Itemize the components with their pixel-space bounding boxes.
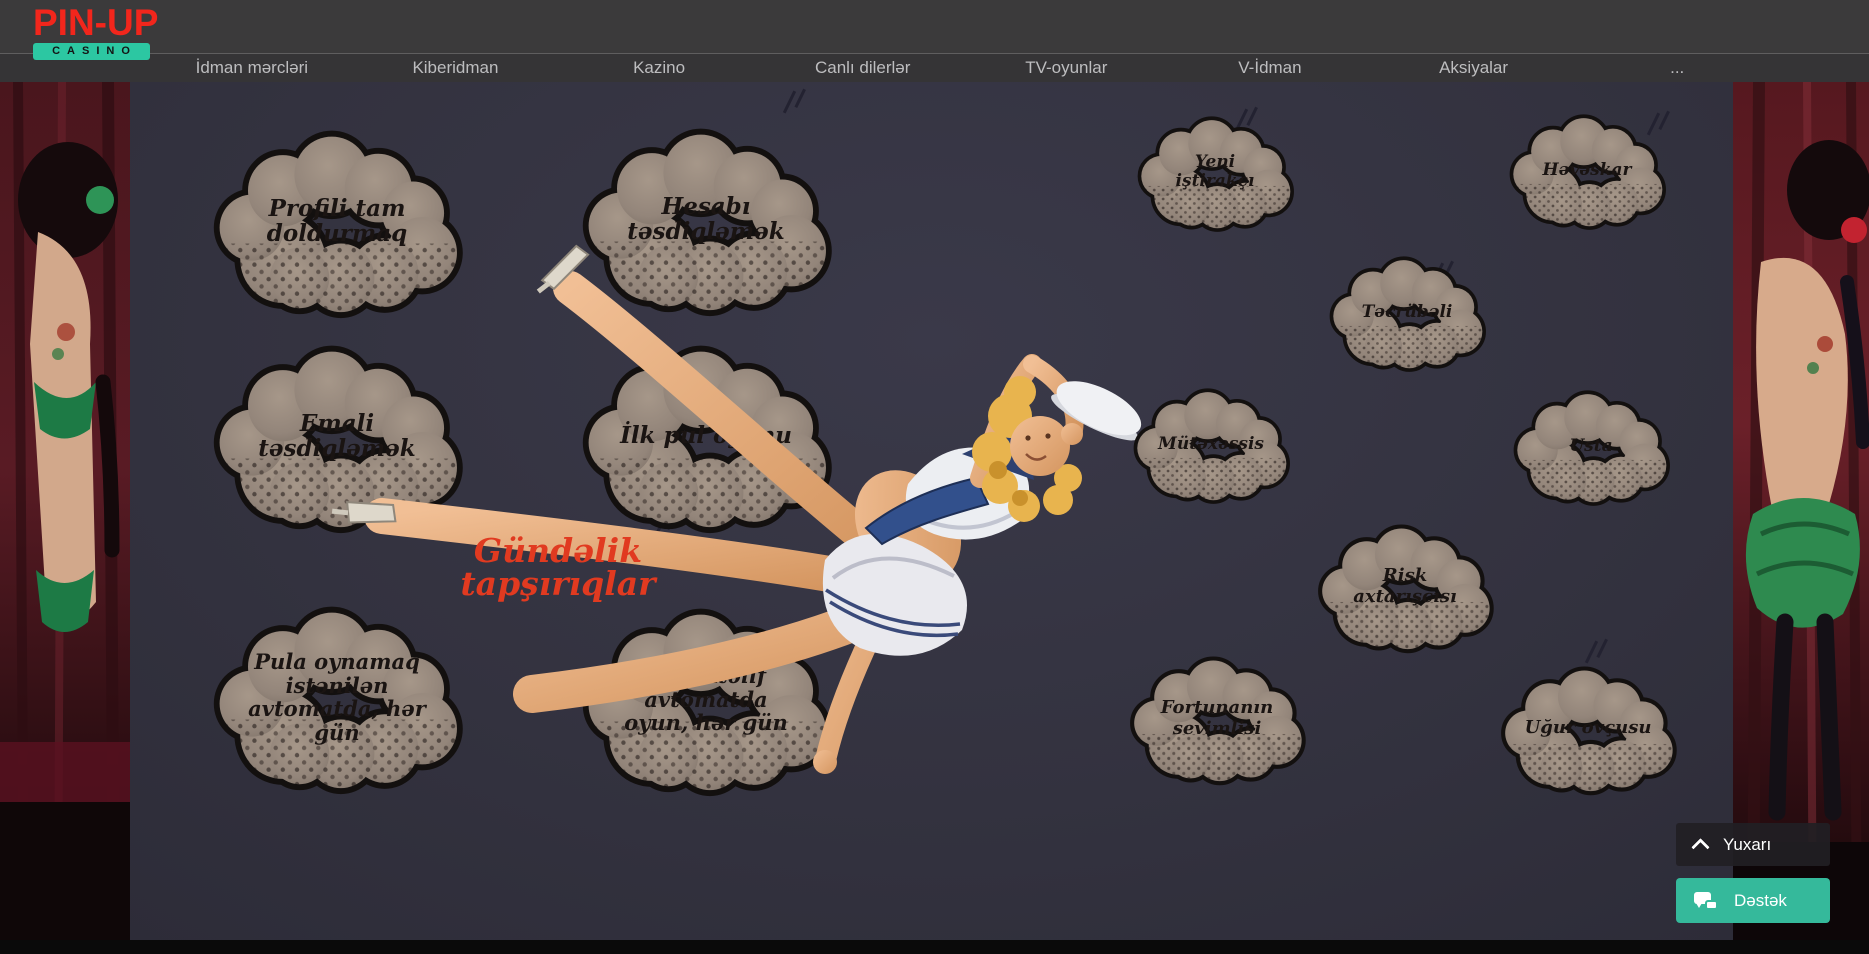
badge-cloud-amateur[interactable]: Həvəskar bbox=[1506, 114, 1668, 236]
logo-casino-band: CASINO bbox=[33, 43, 150, 60]
task-cloud-five-slots-daily[interactable]: 5 müxtəlif avtomatda oyun, hər gün bbox=[577, 608, 835, 806]
nav-item-v-sport[interactable]: V-İdman bbox=[1168, 54, 1372, 82]
task-cloud-label: 5 müxtəlif avtomatda oyun, hər gün bbox=[577, 608, 835, 806]
chevron-up-icon bbox=[1691, 838, 1709, 856]
nav-item-tv-games[interactable]: TV-oyunlar bbox=[965, 54, 1169, 82]
nav-item-casino[interactable]: Kazino bbox=[557, 54, 761, 82]
logo-text: PIN-UP bbox=[33, 5, 158, 41]
task-cloud-label: Emali təsdiqləmək bbox=[208, 345, 466, 543]
task-cloud-first-money-game[interactable]: İlk pul oyunu bbox=[577, 345, 835, 543]
nav-item-live-dealers[interactable]: Canlı dilerlər bbox=[761, 54, 965, 82]
badge-cloud-label: Yeni iştirakçı bbox=[1134, 116, 1296, 238]
right-pinup-banner-image bbox=[1733, 82, 1869, 940]
badge-cloud-luck-hunter[interactable]: Uğur ovçusu bbox=[1497, 666, 1679, 802]
badge-cloud-specialist[interactable]: Mütəxəssis bbox=[1130, 388, 1292, 510]
badge-cloud-experienced[interactable]: Təcrübəli bbox=[1326, 256, 1488, 378]
task-cloud-confirm-email[interactable]: Emali təsdiqləmək bbox=[208, 345, 466, 543]
left-pinup-banner-image bbox=[0, 82, 130, 940]
task-cloud-label: Pula oynamaq istənilən avtomatda, hər gü… bbox=[208, 606, 466, 804]
nav-item-sports[interactable]: İdman mərcləri bbox=[150, 54, 354, 82]
bottom-dark-strip bbox=[0, 940, 1869, 954]
scroll-to-top-label: Yuxarı bbox=[1723, 835, 1771, 855]
badge-cloud-label: Mütəxəssis bbox=[1130, 388, 1292, 510]
support-label: Dəstək bbox=[1734, 891, 1787, 911]
daily-tasks-heading: Gündəlik tapşırıqlar bbox=[384, 534, 732, 600]
support-button[interactable]: Dəstək bbox=[1676, 878, 1830, 923]
main-navigation: İdman mərcləri Kiberidman Kazino Canlı d… bbox=[0, 53, 1869, 82]
badge-cloud-risk-seeker[interactable]: Risk axtarışcısı bbox=[1314, 524, 1496, 660]
nav-item-more-ellipsis[interactable]: ... bbox=[1575, 54, 1779, 82]
badge-cloud-label: Təcrübəli bbox=[1326, 256, 1488, 378]
task-cloud-label: Profili tam doldurmaq bbox=[208, 130, 466, 328]
task-cloud-play-any-slot-daily[interactable]: Pula oynamaq istənilən avtomatda, hər gü… bbox=[208, 606, 466, 804]
task-cloud-complete-profile[interactable]: Profili tam doldurmaq bbox=[208, 130, 466, 328]
task-cloud-confirm-account[interactable]: Hesabı təsdiqləmək bbox=[577, 128, 835, 326]
badge-cloud-fortune-favorite[interactable]: Fortunanın sevimlisi bbox=[1126, 656, 1308, 792]
badge-cloud-new-participant[interactable]: Yeni iştirakçı bbox=[1134, 116, 1296, 238]
badge-cloud-master[interactable]: Usta bbox=[1510, 390, 1672, 512]
scroll-to-top-button[interactable]: Yuxarı bbox=[1676, 823, 1830, 866]
task-cloud-label: Hesabı təsdiqləmək bbox=[577, 128, 835, 326]
nav-item-promotions[interactable]: Aksiyalar bbox=[1372, 54, 1576, 82]
top-header bbox=[0, 0, 1869, 53]
badge-cloud-label: Risk axtarışcısı bbox=[1314, 524, 1496, 660]
chat-bubbles-icon bbox=[1694, 892, 1718, 910]
badge-cloud-label: Həvəskar bbox=[1506, 114, 1668, 236]
nav-item-cybersport[interactable]: Kiberidman bbox=[354, 54, 558, 82]
pinup-logo[interactable]: PIN-UP CASINO bbox=[33, 5, 158, 60]
badge-cloud-label: Fortunanın sevimlisi bbox=[1126, 656, 1308, 792]
task-cloud-label: İlk pul oyunu bbox=[577, 345, 835, 543]
badge-cloud-label: Uğur ovçusu bbox=[1497, 666, 1679, 802]
badge-cloud-label: Usta bbox=[1510, 390, 1672, 512]
